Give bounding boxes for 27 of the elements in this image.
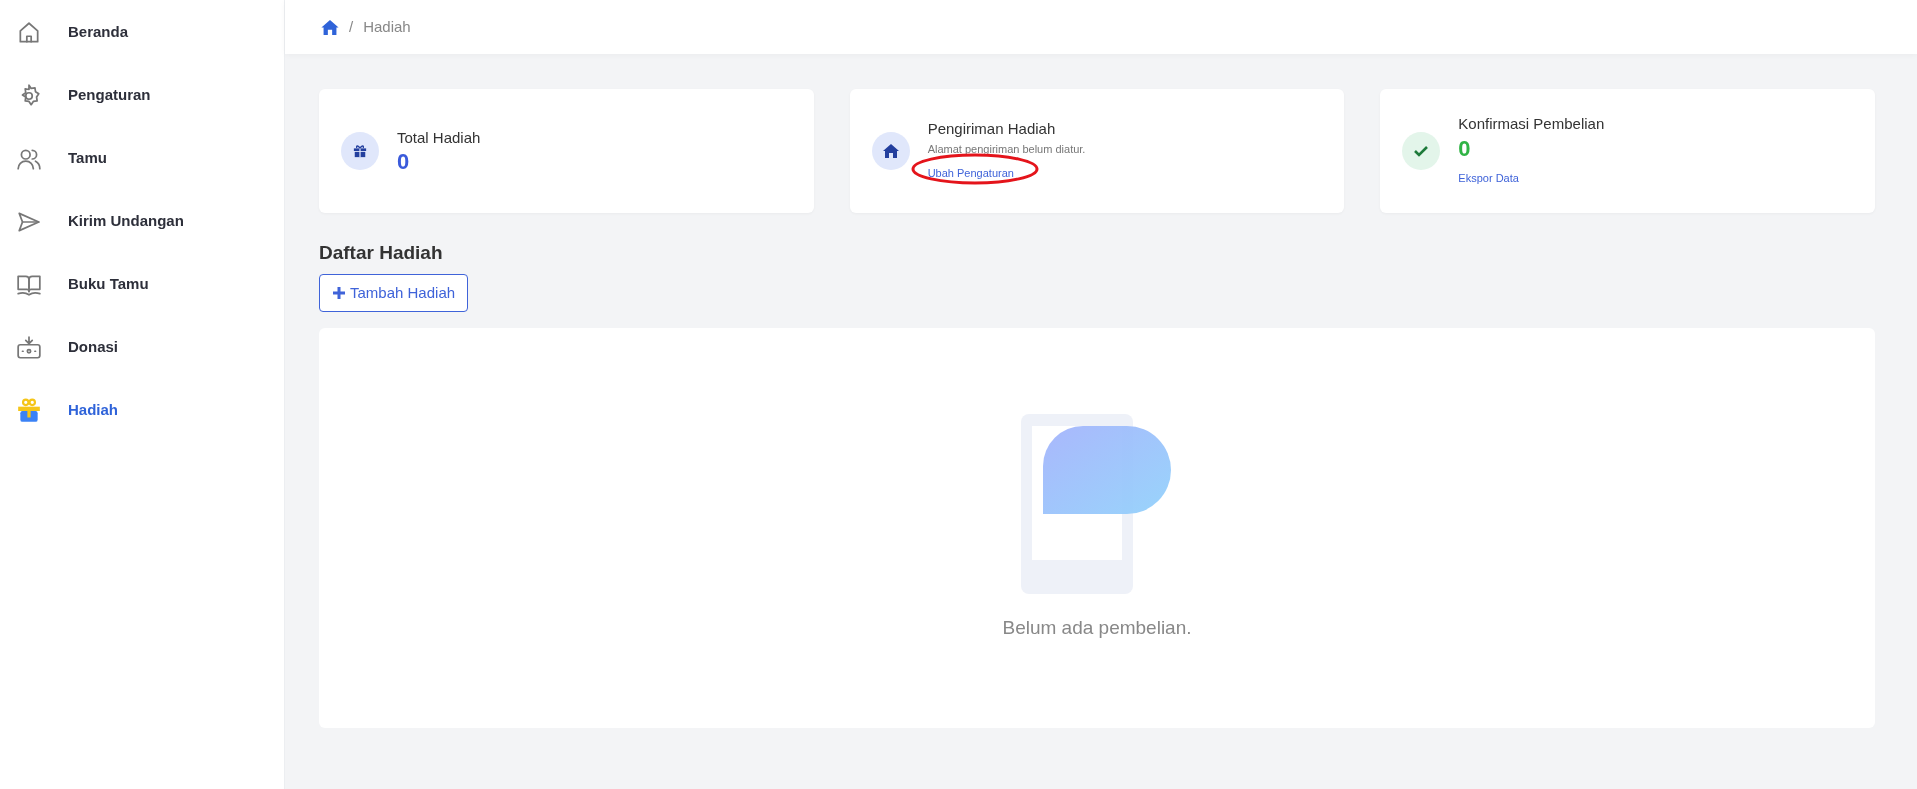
- stat-value: 0: [397, 149, 411, 176]
- sidebar-item[interactable]: Buku Tamu: [0, 253, 284, 316]
- sidebar-item[interactable]: Beranda: [0, 1, 284, 64]
- sidebar-item[interactable]: Kirim Undangan: [0, 190, 284, 253]
- section-title: Daftar Hadiah: [319, 241, 444, 265]
- stat-title: Pengiriman Hadiah: [927, 119, 1057, 140]
- home-link[interactable]: [321, 19, 339, 35]
- add-gift-button[interactable]: Tambah Hadiah: [319, 273, 469, 312]
- box-icon: [16, 334, 42, 361]
- stat-note: Alamat pengiriman belum diatur.: [927, 141, 1086, 157]
- sidebar-item[interactable]: Pengaturan: [0, 64, 284, 127]
- stat-title: Total Hadiah: [397, 127, 481, 148]
- sidebar-item[interactable]: Tamu: [0, 127, 284, 190]
- home-icon: [882, 144, 899, 158]
- gift-icon: [16, 397, 42, 424]
- export-link[interactable]: Ekspor Data: [1458, 172, 1519, 185]
- breadcrumb-separator: /: [349, 16, 354, 37]
- check-icon: [1413, 145, 1430, 157]
- sidebar-item[interactable]: Donasi: [0, 316, 284, 379]
- stat-value: 0: [1458, 135, 1472, 163]
- home-icon: [321, 19, 339, 35]
- sidebar-item[interactable]: Hadiah: [0, 379, 284, 442]
- plus-icon: [332, 285, 346, 300]
- breadcrumb-current: Hadiah: [363, 16, 411, 37]
- empty-message: Belum ada pembelian.: [1002, 615, 1192, 640]
- gift-icon: [353, 144, 367, 158]
- stat-title: Konfirmasi Pembelian: [1458, 114, 1605, 135]
